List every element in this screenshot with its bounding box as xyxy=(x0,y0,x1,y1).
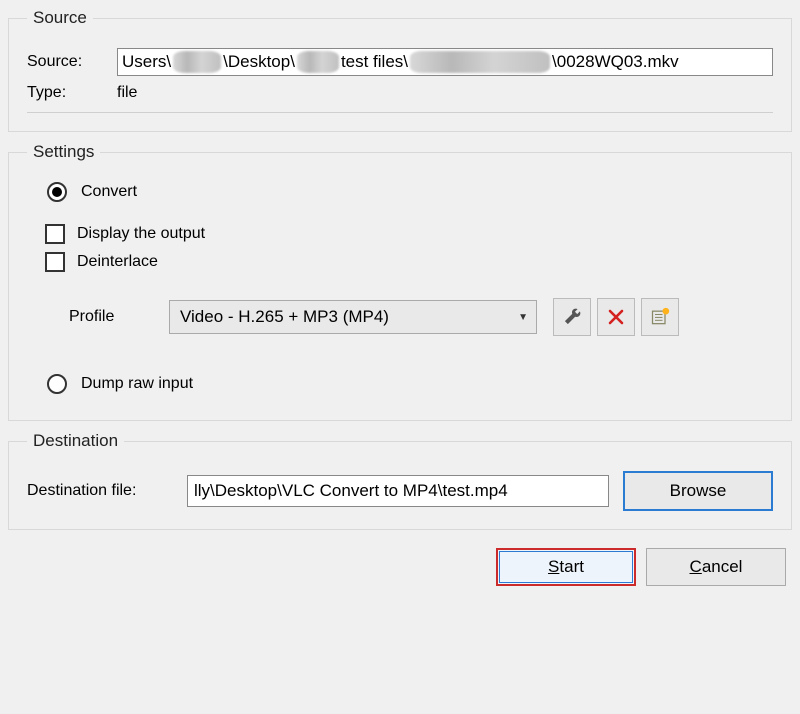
source-path-seg3: test files\ xyxy=(341,52,408,72)
source-label: Source: xyxy=(27,53,107,71)
type-value: file xyxy=(117,84,137,102)
convert-label: Convert xyxy=(81,183,137,201)
type-row: Type: file xyxy=(27,84,773,102)
start-button[interactable]: Start xyxy=(496,548,636,586)
deinterlace-row[interactable]: Deinterlace xyxy=(45,252,773,272)
divider xyxy=(27,112,773,113)
close-icon xyxy=(607,308,625,326)
radio-convert[interactable] xyxy=(47,182,67,202)
settings-legend: Settings xyxy=(27,142,100,162)
delete-profile-button[interactable] xyxy=(597,298,635,336)
dump-raw-label: Dump raw input xyxy=(81,375,193,393)
start-label: Start xyxy=(548,557,584,577)
source-path-seg4: \0028WQ03.mkv xyxy=(552,52,679,72)
browse-button[interactable]: Browse xyxy=(623,471,773,511)
display-output-label: Display the output xyxy=(77,225,205,243)
redacted-segment xyxy=(410,51,550,73)
source-group: Source Source: Users\ \Desktop\ test fil… xyxy=(8,8,792,132)
settings-group: Settings Convert Display the output Dein… xyxy=(8,142,792,421)
checkbox-deinterlace[interactable] xyxy=(45,252,65,272)
dump-raw-radio-row[interactable]: Dump raw input xyxy=(27,374,773,394)
destination-file-input[interactable] xyxy=(187,475,609,507)
source-path-seg1: Users\ xyxy=(122,52,171,72)
source-path: Users\ \Desktop\ test files\ \0028WQ03.m… xyxy=(117,48,773,76)
profile-label: Profile xyxy=(69,308,169,326)
radio-dump-raw[interactable] xyxy=(47,374,67,394)
convert-radio-row[interactable]: Convert xyxy=(27,182,773,202)
destination-legend: Destination xyxy=(27,431,124,451)
type-label: Type: xyxy=(27,84,107,102)
destination-row: Destination file: Browse xyxy=(27,471,773,511)
profile-row: Profile Video - H.265 + MP3 (MP4) ▼ xyxy=(45,298,773,336)
new-profile-button[interactable] xyxy=(641,298,679,336)
display-output-row[interactable]: Display the output xyxy=(45,224,773,244)
destination-group: Destination Destination file: Browse xyxy=(8,431,792,530)
redacted-segment xyxy=(297,51,339,73)
profile-value: Video - H.265 + MP3 (MP4) xyxy=(180,307,389,327)
destination-label: Destination file: xyxy=(27,482,187,500)
checkbox-display-output[interactable] xyxy=(45,224,65,244)
deinterlace-label: Deinterlace xyxy=(77,253,158,271)
edit-profile-button[interactable] xyxy=(553,298,591,336)
source-path-seg2: \Desktop\ xyxy=(223,52,295,72)
source-legend: Source xyxy=(27,8,93,28)
source-row: Source: Users\ \Desktop\ test files\ \00… xyxy=(27,48,773,76)
chevron-down-icon: ▼ xyxy=(518,312,528,323)
button-bar: Start Cancel xyxy=(8,540,792,586)
cancel-button[interactable]: Cancel xyxy=(646,548,786,586)
browse-label: Browse xyxy=(670,481,727,501)
profile-dropdown[interactable]: Video - H.265 + MP3 (MP4) ▼ xyxy=(169,300,537,334)
cancel-label: Cancel xyxy=(690,557,743,577)
redacted-segment xyxy=(173,51,221,73)
new-list-icon xyxy=(650,307,670,327)
wrench-icon xyxy=(562,307,582,327)
